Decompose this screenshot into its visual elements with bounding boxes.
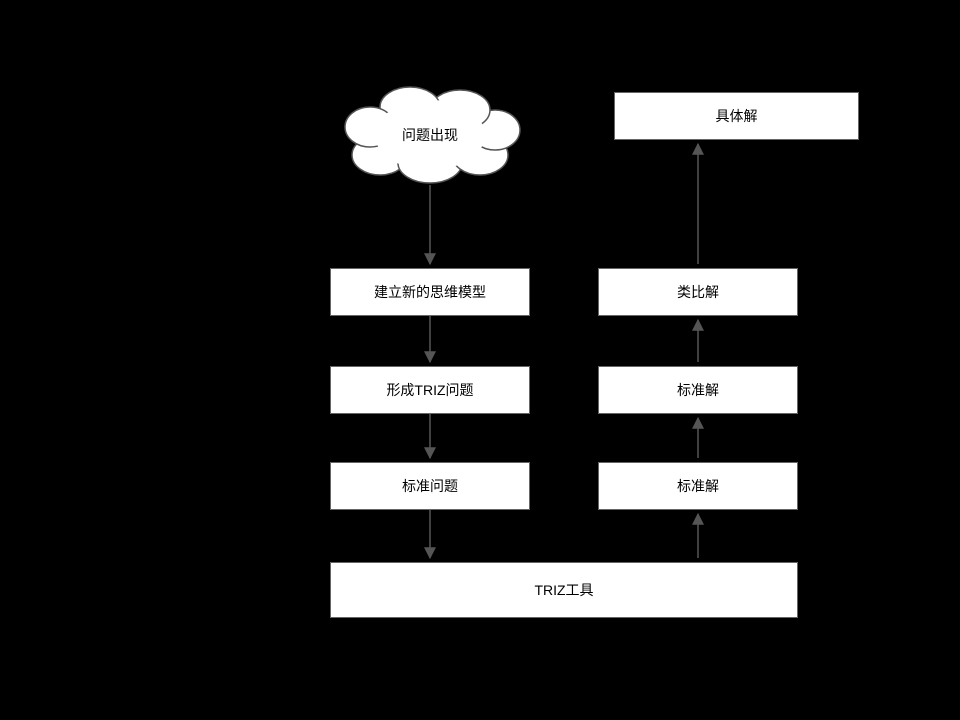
arrows-layer [0,0,960,720]
cloud-start-label: 问题出现 [392,127,468,144]
diagram: 问题出现 建立新的思维模型 形成TRIZ问题 标准问题 具体解 类比解 标准解 … [0,0,960,720]
